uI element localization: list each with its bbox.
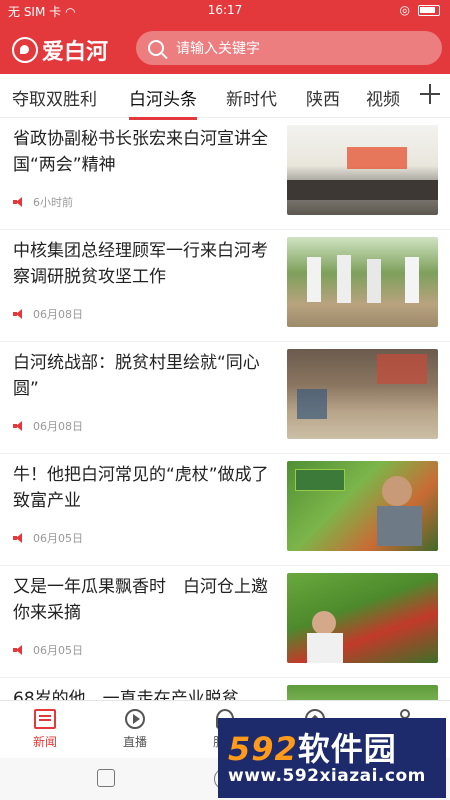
logo-icon bbox=[12, 37, 38, 63]
news-time: 06月05日 bbox=[33, 644, 83, 657]
battery-icon bbox=[418, 4, 440, 16]
news-time: 6小时前 bbox=[33, 196, 73, 209]
speaker-icon bbox=[13, 309, 25, 319]
news-thumbnail bbox=[287, 461, 438, 551]
category-tabs: 夺取双胜利 白河头条 新时代 陕西 视频 bbox=[0, 74, 450, 120]
speaker-icon bbox=[13, 421, 25, 431]
news-title: 68岁的他，一直走在产业脱贫 bbox=[13, 689, 239, 700]
news-meta: 06月08日 bbox=[13, 418, 83, 434]
news-item[interactable]: 中核集团总经理顾军一行来白河考察调研脱贫攻坚工作 06月08日 bbox=[0, 230, 450, 342]
news-meta: 06月05日 bbox=[13, 642, 83, 658]
status-bar: 无 SIM 卡 ◠ 16:17 ◎ bbox=[0, 0, 450, 22]
news-title: 中核集团总经理顾军一行来白河考察调研脱贫攻坚工作 bbox=[13, 241, 268, 287]
news-meta: 6小时前 bbox=[13, 194, 73, 210]
news-thumbnail bbox=[287, 573, 438, 663]
news-item[interactable]: 省政协副秘书长张宏来白河宣讲全国“两会”精神 6小时前 bbox=[0, 118, 450, 230]
search-placeholder: 请输入关键字 bbox=[176, 41, 260, 57]
news-title: 牛！他把白河常见的“虎杖”做成了致富产业 bbox=[13, 465, 269, 511]
app-header: 爱白河 请输入关键字 bbox=[0, 22, 450, 74]
news-title: 省政协副秘书长张宏来白河宣讲全国“两会”精神 bbox=[13, 129, 268, 175]
news-thumbnail bbox=[287, 237, 438, 327]
news-thumbnail bbox=[287, 349, 438, 439]
tab-new-era[interactable]: 新时代 bbox=[226, 85, 277, 110]
news-thumbnail bbox=[287, 125, 438, 215]
watermark-num: 592 bbox=[228, 730, 298, 768]
news-item[interactable]: 68岁的他，一直走在产业脱贫 bbox=[0, 678, 450, 700]
speaker-icon bbox=[13, 645, 25, 655]
news-title: 白河统战部：脱贫村里绘就“同心圆” bbox=[13, 353, 260, 399]
alarm-icon: ◎ bbox=[399, 3, 410, 17]
news-time: 06月08日 bbox=[33, 308, 83, 321]
watermark-url: www.592xiazai.com bbox=[228, 766, 426, 786]
search-bar[interactable]: 请输入关键字 bbox=[136, 31, 442, 65]
tab-baihe-headlines[interactable]: 白河头条 bbox=[129, 85, 197, 120]
news-time: 06月05日 bbox=[33, 532, 83, 545]
watermark: 592软件园 www.592xiazai.com bbox=[218, 718, 446, 798]
news-title: 又是一年瓜果飘香时 白河仓上邀你来采摘 bbox=[13, 577, 268, 623]
watermark-name: 软件园 bbox=[297, 730, 397, 768]
speaker-icon bbox=[13, 533, 25, 543]
news-feed: 省政协副秘书长张宏来白河宣讲全国“两会”精神 6小时前 中核集团总经理顾军一行来… bbox=[0, 118, 450, 700]
newspaper-icon bbox=[34, 709, 56, 729]
clock: 16:17 bbox=[207, 3, 243, 17]
news-meta: 06月05日 bbox=[13, 530, 83, 546]
news-item[interactable]: 牛！他把白河常见的“虎杖”做成了致富产业 06月05日 bbox=[0, 454, 450, 566]
news-thumbnail bbox=[287, 685, 438, 700]
news-item[interactable]: 白河统战部：脱贫村里绘就“同心圆” 06月08日 bbox=[0, 342, 450, 454]
nav-live[interactable]: 直播 bbox=[105, 709, 165, 750]
logo-text: 爱白河 bbox=[42, 39, 109, 65]
tab-shaanxi[interactable]: 陕西 bbox=[306, 85, 340, 110]
nav-news[interactable]: 新闻 bbox=[15, 709, 75, 750]
tab-video[interactable]: 视频 bbox=[366, 85, 400, 110]
tab-fight[interactable]: 夺取双胜利 bbox=[12, 85, 97, 110]
news-item[interactable]: 又是一年瓜果飘香时 白河仓上邀你来采摘 06月05日 bbox=[0, 566, 450, 678]
app-logo[interactable]: 爱白河 bbox=[12, 34, 108, 66]
watermark-brand: 592软件园 bbox=[228, 724, 397, 770]
news-meta: 06月08日 bbox=[13, 306, 83, 322]
status-right: ◎ bbox=[400, 3, 440, 17]
speaker-icon bbox=[13, 197, 25, 207]
recents-button[interactable] bbox=[97, 769, 115, 787]
play-icon bbox=[125, 709, 145, 729]
add-tab-icon[interactable] bbox=[418, 82, 442, 106]
nav-live-label: 直播 bbox=[122, 735, 147, 749]
nav-news-label: 新闻 bbox=[32, 735, 57, 749]
search-icon bbox=[148, 40, 164, 56]
news-time: 06月08日 bbox=[33, 420, 83, 433]
